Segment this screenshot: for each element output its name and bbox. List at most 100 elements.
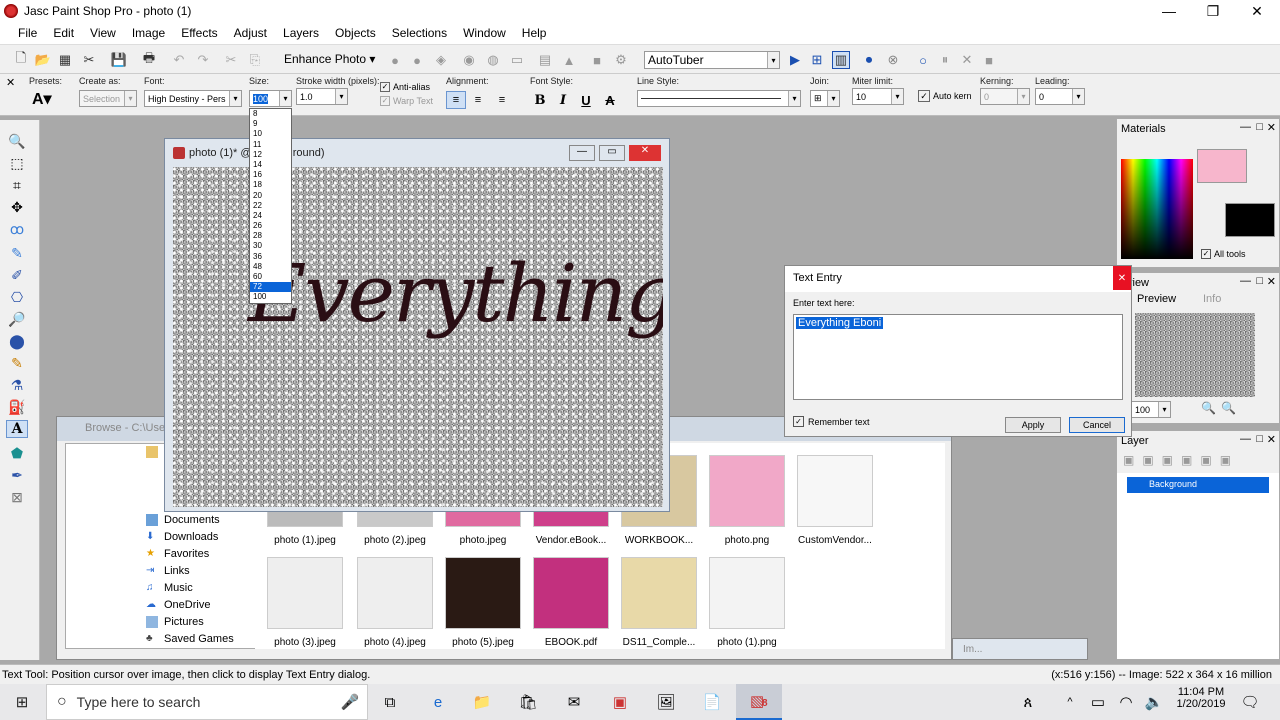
underline-icon[interactable]: U	[576, 91, 596, 109]
record-script-icon[interactable]: ⏺	[860, 51, 878, 69]
foreground-swatch[interactable]	[1197, 149, 1247, 183]
menu-file[interactable]: File	[10, 26, 45, 40]
rect-icon[interactable]: ■	[588, 51, 606, 69]
interactive-script-icon[interactable]: ▥	[832, 51, 850, 69]
presets-button[interactable]: A▾	[32, 89, 52, 109]
browse-icon[interactable]: ▦	[56, 51, 74, 69]
auto-kern-checkbox[interactable]: ✓ Auto kern	[918, 90, 972, 102]
tree-item-documents[interactable]: Documents	[146, 514, 220, 526]
color-spectrum[interactable]	[1121, 159, 1193, 259]
eraser-icon[interactable]: ✎	[6, 354, 28, 372]
menu-window[interactable]: Window	[455, 26, 514, 40]
menu-help[interactable]: Help	[514, 26, 555, 40]
tree-item-saved-games[interactable]: ♣ Saved Games	[146, 633, 234, 645]
size-option[interactable]: 8	[250, 109, 291, 119]
thumbnail-item[interactable]: photo (3).jpeg	[265, 557, 345, 648]
align-center-icon[interactable]: ≡	[468, 91, 488, 109]
notepad-icon[interactable]: 📄	[702, 692, 722, 712]
clock[interactable]: 11:04 PM 1/20/2019	[1174, 686, 1228, 710]
thumbnail-item[interactable]: photo.png	[707, 455, 787, 546]
size-option[interactable]: 10	[250, 129, 291, 139]
people-icon[interactable]: ጰ	[1018, 692, 1038, 712]
tree-item-music[interactable]: ♫ Music	[146, 582, 193, 594]
network-icon[interactable]: ▭	[1088, 692, 1108, 712]
image-maximize-button[interactable]: ▭	[599, 145, 625, 161]
show-hidden-icon[interactable]: ^	[1060, 692, 1080, 712]
dodge-icon[interactable]: ⬤	[6, 332, 28, 350]
menu-view[interactable]: View	[82, 26, 124, 40]
enhance-photo-menu[interactable]: Enhance Photo ▾	[284, 52, 375, 66]
layers-minimize-icon[interactable]: —	[1240, 433, 1251, 445]
cancel-script-icon[interactable]: ⊗	[884, 51, 902, 69]
size-option[interactable]: 30	[250, 241, 291, 251]
run-script-icon[interactable]: ▶	[786, 51, 804, 69]
apply-button[interactable]: Apply	[1005, 417, 1061, 433]
thumbnail-item[interactable]: DS11_Comple...	[619, 557, 699, 648]
task-view-icon[interactable]: ⧉	[380, 692, 400, 712]
notifications-icon[interactable]: 🗨	[1240, 692, 1260, 712]
close-button[interactable]: ✕	[1234, 0, 1280, 22]
move-tool-icon[interactable]: ✥	[6, 198, 28, 216]
menu-edit[interactable]: Edit	[45, 26, 82, 40]
size-option[interactable]: 9	[250, 119, 291, 129]
thumbnail-item[interactable]: photo (5).jpeg	[443, 557, 523, 648]
image-close-button[interactable]: ✕	[629, 145, 661, 161]
kerning-field[interactable]: 0 ▾	[980, 88, 1030, 105]
size-option[interactable]: 22	[250, 201, 291, 211]
start-icon[interactable]: ⊞	[12, 692, 32, 712]
italic-icon[interactable]: I	[553, 91, 573, 109]
paint-brush-icon[interactable]: ✐	[6, 266, 28, 284]
size-option[interactable]: 36	[250, 252, 291, 262]
zoom-out-icon[interactable]: 🔍	[1221, 401, 1236, 415]
picture-tube-icon[interactable]: ⚗	[6, 376, 28, 394]
histogram-icon[interactable]: ▤	[536, 51, 554, 69]
menu-selections[interactable]: Selections	[384, 26, 455, 40]
print-icon[interactable]: 🖶	[140, 50, 158, 69]
leading-field[interactable]: 0 ▾	[1035, 88, 1085, 105]
overview-thumbnail[interactable]	[1135, 313, 1255, 397]
size-option[interactable]: 20	[250, 191, 291, 201]
size-option[interactable]: 100	[250, 292, 291, 302]
start-record-icon[interactable]: ○	[914, 51, 932, 69]
script-edit-icon[interactable]: ⊞	[808, 51, 826, 69]
tree-item-onedrive[interactable]: ☁ OneDrive	[146, 599, 210, 611]
line-style-select[interactable]: ▾	[637, 90, 801, 107]
size-dropdown-list[interactable]: 8 9 10 11 12 14 16 18 20 22 24 26 28 30 36 48 60 72 100	[249, 108, 292, 304]
mail-icon[interactable]: ✉	[564, 692, 584, 712]
join-select[interactable]: ⊞ ▾	[810, 90, 840, 107]
scan-icon[interactable]: ✂	[80, 51, 98, 69]
cut-icon[interactable]: ✂	[222, 51, 240, 69]
zoom-field[interactable]: 100 ▾	[1131, 401, 1171, 418]
save-icon[interactable]: 💾	[110, 51, 128, 69]
restore-button[interactable]: ❐	[1190, 0, 1236, 22]
remember-text-checkbox[interactable]: ✓ Remember text	[793, 416, 870, 427]
size-option[interactable]: 48	[250, 262, 291, 272]
circle-tool-icon[interactable]: ●	[386, 51, 404, 69]
minimized-window[interactable]: Im...	[952, 638, 1088, 660]
size-select[interactable]: 100 ▾	[249, 90, 292, 107]
align-left-icon[interactable]: ≡	[446, 91, 466, 109]
pen-tool-icon[interactable]: ✒	[6, 466, 28, 484]
pause-icon[interactable]: ⏸	[936, 51, 954, 69]
microphone-icon[interactable]: 🎤	[340, 692, 360, 712]
tree-item-downloads[interactable]: ⬇ Downloads	[146, 531, 218, 543]
text-tool-icon[interactable]: A	[6, 420, 28, 438]
close-palette-icon[interactable]: ✕	[6, 76, 15, 89]
tree-item-favorites[interactable]: ★ Favorites	[146, 548, 209, 560]
magnifier-icon[interactable]: 🔎	[6, 310, 28, 328]
size-option[interactable]: 14	[250, 160, 291, 170]
size-option[interactable]: 60	[250, 272, 291, 282]
menu-layers[interactable]: Layers	[275, 26, 327, 40]
create-as-select[interactable]: Selection ▾	[79, 90, 137, 107]
shapes-icon[interactable]: ◈	[432, 51, 450, 69]
menu-effects[interactable]: Effects	[173, 26, 225, 40]
size-option[interactable]: 24	[250, 211, 291, 221]
all-tools-checkbox[interactable]: ✓ All tools	[1201, 249, 1246, 259]
gear-icon[interactable]: ⚙	[612, 51, 630, 69]
volume-icon[interactable]: 🔈	[1144, 692, 1164, 712]
bold-icon[interactable]: B	[530, 91, 550, 109]
zoom-in-icon[interactable]: 🔍	[1201, 401, 1216, 415]
edge-icon[interactable]: e	[428, 692, 448, 712]
app-red-icon[interactable]: ▣	[610, 692, 630, 712]
store-icon[interactable]: 🛍	[518, 692, 538, 712]
